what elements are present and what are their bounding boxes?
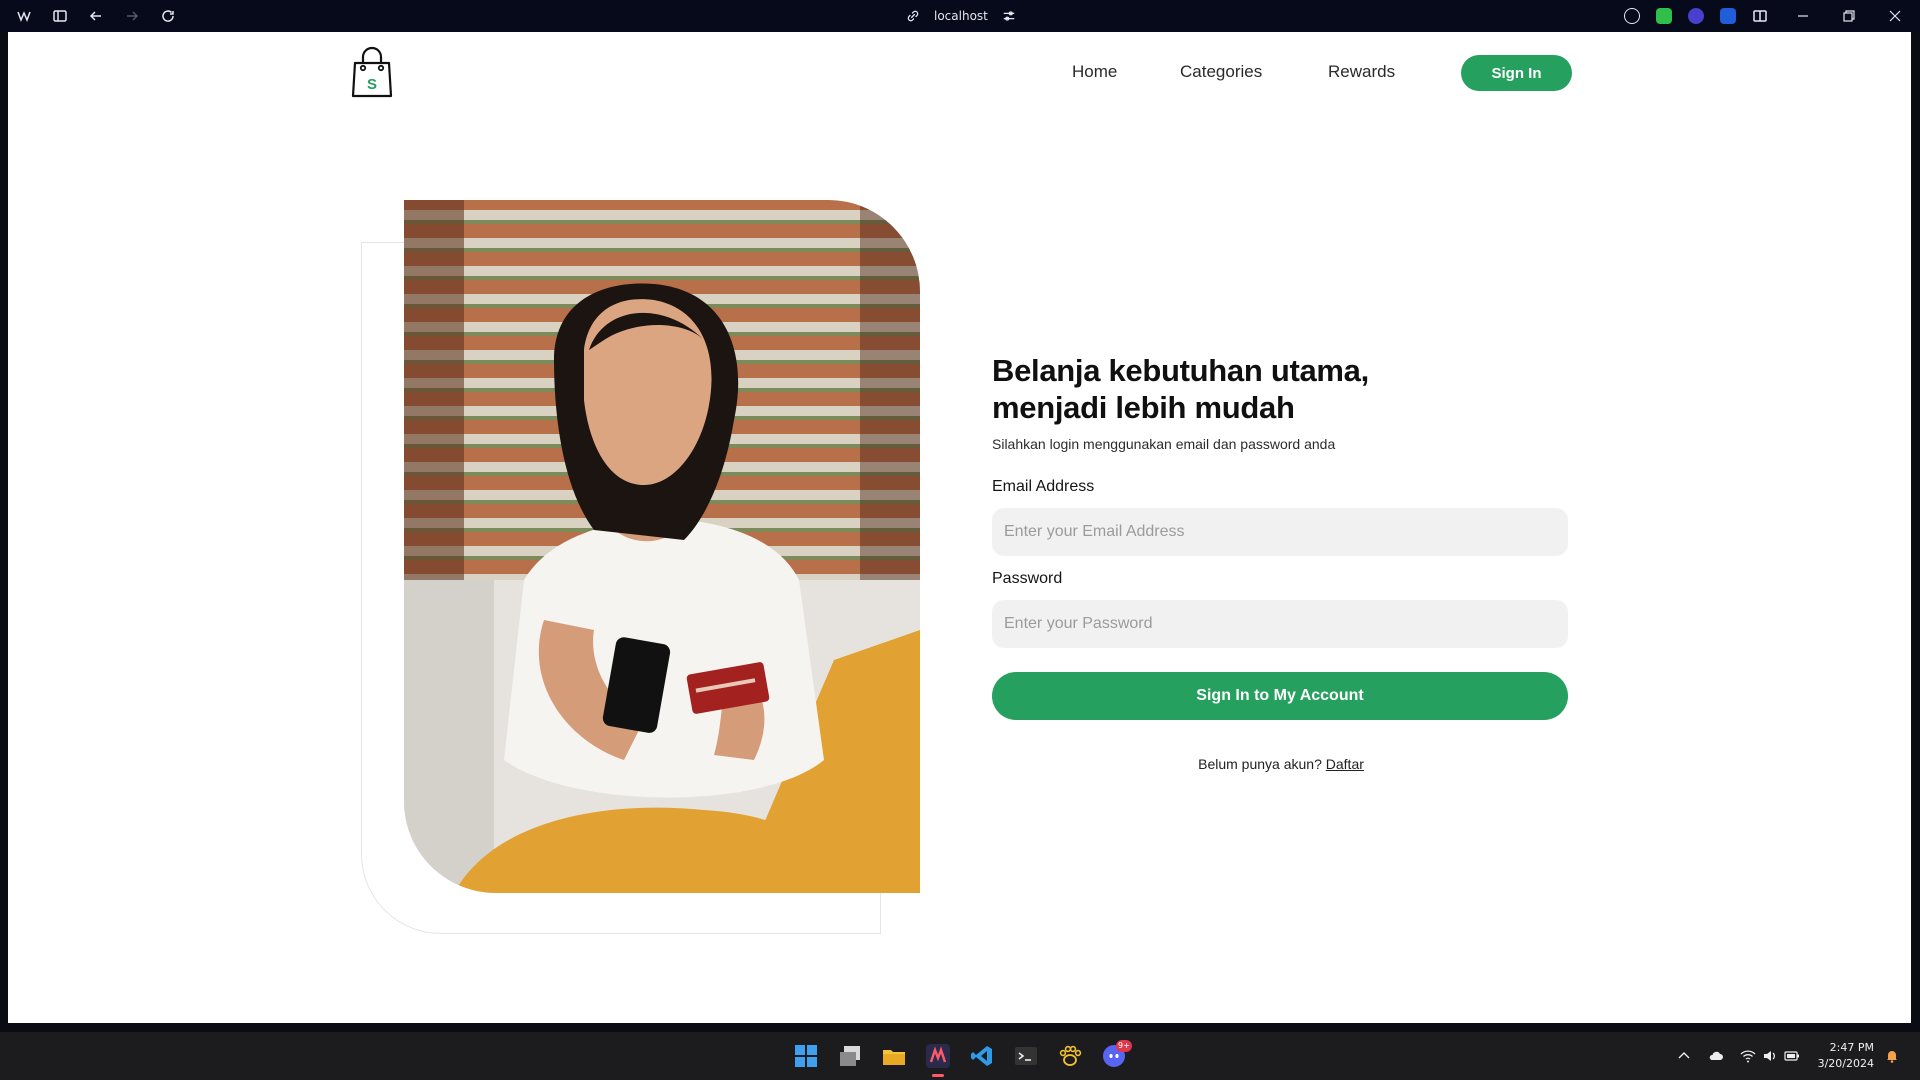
page-subtitle: Silahkan login menggunakan email dan pas…: [992, 436, 1336, 452]
login-form: Belanja kebutuhan utama, menjadi lebih m…: [992, 352, 1570, 772]
shopping-bag-logo-icon[interactable]: S: [348, 46, 396, 100]
reload-icon[interactable]: [160, 8, 176, 24]
vscode-icon[interactable]: [970, 1044, 994, 1068]
password-field[interactable]: [992, 600, 1568, 648]
link-icon: [907, 10, 919, 22]
page-viewport: S Home Categories Rewards Sign In Belanj…: [8, 32, 1911, 1023]
password-label: Password: [992, 570, 1063, 587]
sidebar-toggle-icon[interactable]: [52, 8, 68, 24]
nav-categories[interactable]: Categories: [1180, 62, 1262, 82]
clock-date: 3/20/2024: [1817, 1057, 1874, 1070]
signup-row: Belum punya akun? Daftar: [992, 756, 1570, 772]
extension-purple-icon[interactable]: [1688, 8, 1704, 24]
address-bar[interactable]: localhost: [906, 0, 1016, 32]
chevron-up-icon[interactable]: [1676, 1048, 1692, 1064]
browser-toolbar: localhost: [0, 0, 1920, 32]
svg-text:S: S: [367, 76, 377, 93]
forward-icon[interactable]: [124, 8, 140, 24]
nav-rewards[interactable]: Rewards: [1328, 62, 1395, 82]
sign-in-submit-button[interactable]: Sign In to My Account: [992, 672, 1568, 720]
extension-eye-icon[interactable]: [1656, 8, 1672, 24]
clock-time: 2:47 PM: [1829, 1041, 1874, 1054]
system-clock[interactable]: 2:47 PM 3/20/2024: [1818, 1040, 1874, 1072]
volume-icon[interactable]: [1762, 1048, 1778, 1064]
browser-logo-icon[interactable]: [16, 8, 32, 24]
url-text[interactable]: localhost: [934, 9, 988, 23]
signup-prompt: Belum punya akun?: [1198, 756, 1322, 772]
task-view-icon[interactable]: [838, 1044, 862, 1068]
header-sign-in-button[interactable]: Sign In: [1461, 55, 1572, 91]
arc-browser-icon[interactable]: [926, 1044, 950, 1068]
woman-with-phone-image: [404, 200, 920, 893]
split-view-icon[interactable]: [1752, 8, 1768, 24]
restore-icon[interactable]: [1842, 8, 1858, 24]
site-header: S Home Categories Rewards Sign In: [8, 32, 1911, 144]
paw-app-icon[interactable]: [1058, 1044, 1082, 1068]
email-label: Email Address: [992, 478, 1095, 495]
site-settings-icon[interactable]: [1002, 9, 1016, 23]
taskbar: 9+ 2:47 PM 3/20/2024: [0, 1032, 1920, 1080]
file-explorer-icon[interactable]: [882, 1044, 906, 1068]
windows-start-icon[interactable]: [794, 1044, 818, 1068]
close-icon[interactable]: [1888, 8, 1904, 24]
back-icon[interactable]: [88, 8, 104, 24]
extension-target-icon[interactable]: [1624, 8, 1640, 24]
email-field[interactable]: [992, 508, 1568, 556]
minimize-icon[interactable]: [1796, 8, 1812, 24]
signup-link[interactable]: Daftar: [1326, 756, 1364, 772]
active-app-indicator: [932, 1074, 944, 1077]
bitwarden-shield-icon[interactable]: [1720, 8, 1736, 24]
nav-home[interactable]: Home: [1072, 62, 1117, 82]
onedrive-cloud-icon[interactable]: [1708, 1048, 1724, 1064]
page-title: Belanja kebutuhan utama, menjadi lebih m…: [992, 352, 1570, 426]
battery-icon[interactable]: [1784, 1048, 1800, 1064]
notification-bell-icon[interactable]: [1884, 1048, 1900, 1064]
wifi-icon[interactable]: [1740, 1048, 1756, 1064]
title-line-2: menjadi lebih mudah: [992, 390, 1295, 425]
hero-photo: [404, 200, 920, 893]
title-line-1: Belanja kebutuhan utama,: [992, 353, 1369, 388]
terminal-icon[interactable]: [1014, 1044, 1038, 1068]
discord-badge: 9+: [1116, 1040, 1132, 1052]
